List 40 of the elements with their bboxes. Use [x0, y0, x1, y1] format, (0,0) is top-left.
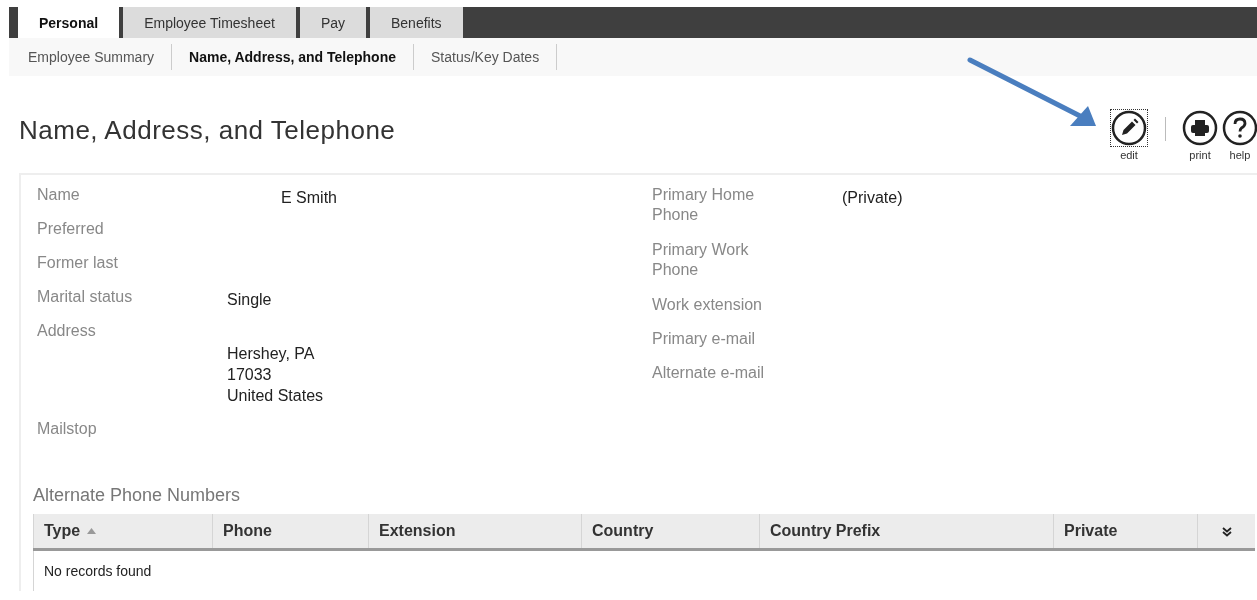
field-value: United States [227, 386, 324, 406]
help-icon[interactable] [1221, 109, 1257, 147]
column-header[interactable]: Private [1053, 514, 1198, 550]
tab[interactable]: Employee Timesheet [123, 7, 296, 38]
page-title: Name, Address, and Telephone [19, 115, 396, 146]
field-label: Preferred [37, 219, 105, 239]
action-label[interactable]: help [1229, 149, 1251, 161]
column-header[interactable]: Country Prefix [759, 514, 1054, 550]
field-value: E Smith [281, 188, 337, 208]
field-label: Primary Home Phone [652, 185, 756, 225]
column-header[interactable]: Country [581, 514, 760, 550]
column-header[interactable]: Phone [212, 514, 369, 550]
subnav-link[interactable]: Status/Key Dates [431, 44, 558, 70]
action-label[interactable]: edit [1120, 149, 1138, 161]
subnav-link[interactable]: Employee Summary [28, 44, 173, 70]
action-label[interactable]: print [1189, 149, 1211, 161]
tab[interactable]: Benefits [370, 7, 463, 38]
field-label: Name [37, 185, 81, 205]
field-value: Single [227, 290, 272, 310]
field-label: Mailstop [37, 419, 98, 439]
field-label: Former last [37, 253, 119, 273]
field-label: Alternate e-mail [652, 363, 766, 383]
field-label: Primary e-mail [652, 329, 757, 349]
field-label: Address [37, 321, 97, 341]
tab[interactable]: Pay [299, 7, 366, 38]
field-value: 17033 [227, 365, 273, 385]
tab[interactable]: Personal [18, 7, 120, 38]
expand-icon[interactable] [1221, 526, 1232, 537]
column-header[interactable]: Extension [368, 514, 582, 550]
section-title: Alternate Phone Numbers [33, 485, 242, 506]
field-label: Marital status [37, 287, 134, 307]
empty-message: No records found [44, 563, 152, 579]
field-label: Primary Work Phone [652, 240, 750, 280]
printer-icon[interactable] [1181, 109, 1219, 147]
column-header[interactable]: Type [33, 514, 213, 550]
field-label: Work extension [652, 295, 763, 315]
field-value: (Private) [842, 188, 903, 208]
subnav-link[interactable]: Name, Address, and Telephone [189, 44, 414, 70]
field-value: Hershey, PA [227, 344, 316, 364]
edit-icon[interactable] [1110, 109, 1148, 147]
